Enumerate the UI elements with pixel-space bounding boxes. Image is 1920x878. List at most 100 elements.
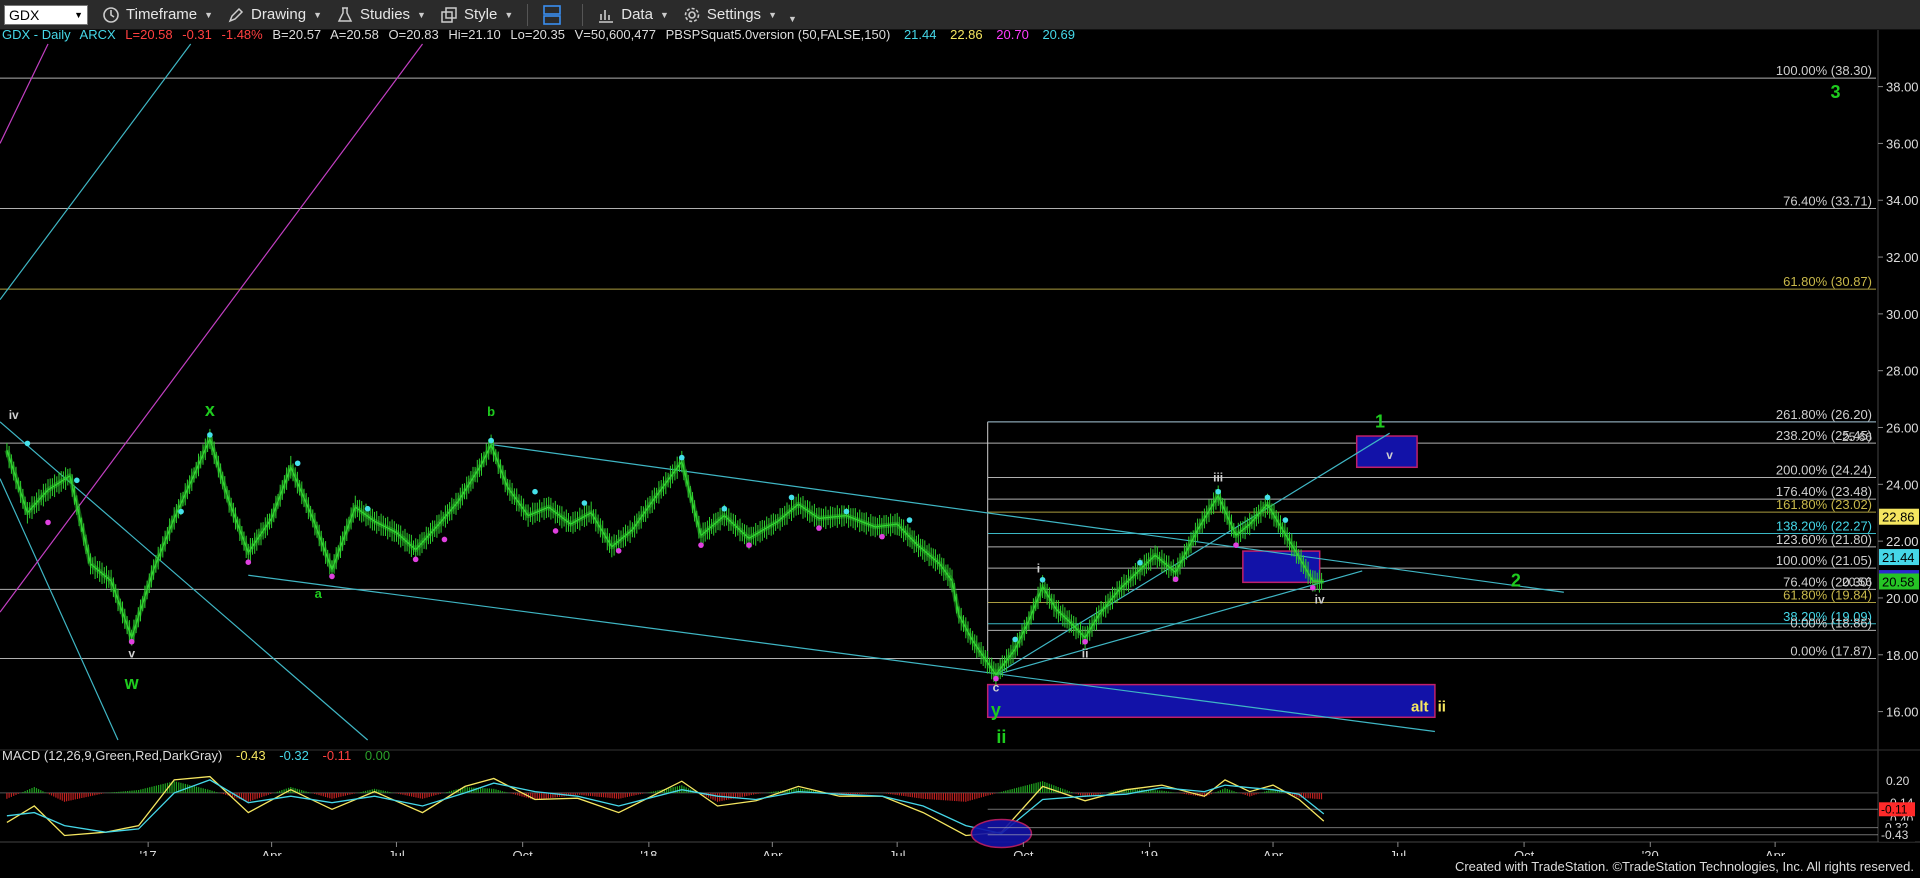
time-tick-label: Jul: [889, 848, 906, 856]
macd-value: -0.43: [236, 748, 266, 763]
swing-high-marker: [581, 500, 588, 506]
price-tick-label: 16.00: [1886, 705, 1919, 720]
symbol-input[interactable]: GDX ▼: [4, 4, 88, 25]
style-icon: [441, 6, 457, 23]
caret-down-icon: ▼: [417, 9, 426, 20]
wave-label: alt: [1411, 699, 1429, 716]
swing-low-marker: [329, 573, 335, 580]
swing-high-marker: [1215, 488, 1221, 495]
macd-value: 0.00: [365, 748, 390, 763]
caret-down-icon: ▼: [659, 9, 669, 20]
extra-price-label: 20.56: [1842, 575, 1872, 589]
data-label: Data: [621, 6, 653, 23]
time-tick-label: Oct: [1514, 848, 1535, 856]
swing-low-marker: [245, 559, 252, 565]
timeframe-button[interactable]: Timeframe ▼: [102, 6, 213, 24]
macd-value: -0.11: [323, 748, 352, 763]
time-tick-label: Apr: [1765, 848, 1786, 856]
price-tick-label: 26.00: [1886, 421, 1919, 436]
wave-label: 2: [1511, 571, 1521, 591]
fib-level-label: 200.00% (24.24): [1776, 463, 1872, 478]
wave-label: v: [128, 647, 135, 661]
drawing-label: Drawing: [251, 6, 307, 23]
fib-level-label: 161.80% (23.02): [1776, 497, 1872, 512]
wave-label: ii: [996, 727, 1006, 747]
style-button[interactable]: Style ▼: [440, 6, 513, 24]
price-tick-label: 28.00: [1886, 364, 1919, 379]
fib-level-label: 0.00% (18.86): [1790, 615, 1872, 630]
studies-icon: [337, 6, 353, 22]
toolbar-overflow-button[interactable]: ▼: [781, 6, 797, 24]
price-tick-label: 32.00: [1886, 250, 1919, 265]
wave-label: x: [205, 400, 215, 420]
price-tick-label: 24.00: [1886, 477, 1919, 492]
time-tick-label: '17: [140, 848, 157, 856]
time-tick-label: Jul: [1390, 848, 1407, 856]
swing-low-marker: [1172, 576, 1179, 583]
swing-high-marker: [294, 460, 301, 467]
chevron-down-icon[interactable]: ▼: [74, 10, 83, 20]
swing-high-marker: [1012, 636, 1018, 643]
clock-icon: [103, 6, 119, 23]
swing-high-marker: [178, 508, 184, 515]
macd-label: MACD (12,26,9,Green,Red,DarkGray): [2, 748, 222, 763]
time-tick-label: '20: [1642, 848, 1659, 856]
study-name: PBSPSquat5.0version (50,FALSE,150): [666, 30, 891, 42]
symbol-label: GDX - Daily: [2, 30, 71, 42]
chart-header-line: GDX - Daily ARCX L=20.58 -0.31 -1.48% B=…: [2, 30, 1075, 42]
caret-down-icon: ▼: [204, 9, 214, 20]
swing-low-marker: [441, 536, 448, 543]
fib-level-label: 61.80% (30.87): [1783, 274, 1872, 289]
symbol-input-value: GDX: [9, 6, 40, 23]
copyright-footer: Created with TradeStation. ©TradeStation…: [1454, 859, 1914, 874]
price-badge-label: 22.86: [1882, 510, 1915, 525]
wave-label: c: [993, 681, 1000, 695]
volume: V=50,600,477: [575, 30, 656, 42]
study-value: 20.70: [996, 30, 1029, 42]
macd-oval-highlight: [970, 818, 1033, 849]
swing-high-marker: [1282, 517, 1289, 523]
studies-button[interactable]: Studies ▼: [336, 6, 426, 24]
pen-icon: [228, 7, 244, 22]
wave-label: b: [487, 404, 495, 419]
wave-label: 3: [1830, 82, 1840, 102]
wave-label: i: [1037, 561, 1040, 575]
price-chart[interactable]: 100.00% (38.30) 76.40% (33.71) 61.80% (30.…: [0, 30, 1920, 856]
swing-high-marker: [1264, 494, 1271, 501]
macd-tick-label: 0.20: [1886, 774, 1910, 788]
swing-low-marker: [615, 548, 622, 554]
swing-high-marker: [24, 440, 31, 447]
swing-high-marker: [488, 437, 494, 444]
data-button[interactable]: Data ▼: [597, 6, 669, 24]
layout-button[interactable]: [542, 4, 568, 26]
caret-down-icon: ▼: [313, 9, 322, 20]
swing-high-marker: [721, 505, 728, 512]
wave-label: iii: [1213, 470, 1223, 484]
ask-price: A=20.58: [330, 30, 379, 42]
swing-low-marker: [128, 638, 135, 645]
fib-level-label: 76.40% (33.71): [1783, 193, 1872, 208]
swing-low-marker: [1310, 584, 1316, 591]
price-tick-label: 18.00: [1886, 648, 1919, 663]
drawing-button[interactable]: Drawing ▼: [227, 6, 322, 24]
swing-low-marker: [746, 542, 752, 548]
time-tick-label: Apr: [1263, 848, 1284, 856]
swing-high-marker: [74, 477, 80, 484]
time-tick-label: Oct: [513, 848, 534, 856]
exchange-label: ARCX: [80, 30, 116, 42]
macd-header: MACD (12,26,9,Green,Red,DarkGray) -0.43 …: [2, 748, 390, 763]
layout-icon: [543, 4, 562, 25]
time-tick-label: Jul: [388, 848, 405, 856]
settings-button[interactable]: Settings ▼: [683, 6, 777, 24]
price-badge-label: 20.58: [1882, 574, 1915, 589]
low-price: Lo=20.35: [510, 30, 565, 42]
wave-label: iv: [9, 408, 19, 422]
caret-down-icon: ▼: [504, 9, 514, 20]
extra-price-label: 25.66: [1842, 430, 1872, 444]
price-tick-label: 34.00: [1886, 193, 1919, 208]
swing-low-marker: [698, 542, 704, 548]
swing-low-marker: [412, 556, 419, 563]
swing-low-marker: [1233, 542, 1239, 548]
fib-level-label: 0.00% (17.87): [1790, 643, 1872, 658]
swing-high-marker: [207, 432, 213, 438]
